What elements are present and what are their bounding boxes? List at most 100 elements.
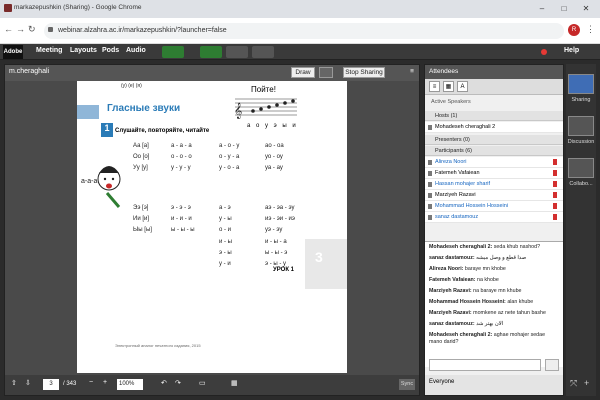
presenters-section[interactable]: Presenters (0) [425, 135, 563, 145]
menu-layouts[interactable]: Layouts [70, 47, 97, 54]
fit-width-icon[interactable]: ▭ [199, 379, 206, 387]
back-icon[interactable]: ← [4, 24, 13, 34]
user-icon [428, 182, 432, 187]
menu-meeting[interactable]: Meeting [36, 47, 62, 54]
grid-view-icon[interactable]: ▦ [443, 81, 454, 92]
mic-icon [553, 181, 557, 187]
participant-item[interactable]: sanaz dastamouz [425, 212, 563, 223]
page-down-icon[interactable]: ⇩ [25, 379, 31, 387]
chat-messages: Mohadeseh cheraghali 2: seda khub nashod… [425, 241, 563, 367]
adobe-logo: Adobe [3, 45, 23, 59]
layout-sharing-label[interactable]: Sharing [566, 97, 596, 103]
vowel-table-2: Ээ [э] э - э - эа - э аэ - эа - эу Ии [и] и… [133, 205, 343, 238]
mic-icon [553, 214, 557, 220]
chat-message: Marziyeh Razavi: na baraye mn khube [429, 288, 522, 294]
microphone-button[interactable] [200, 46, 222, 58]
send-icon[interactable] [545, 359, 559, 371]
layout-discussion-thumb[interactable] [568, 116, 594, 136]
mic-icon [553, 192, 557, 198]
participant-item[interactable]: Mohammad Hossein Hosseini [425, 201, 563, 212]
participant-item[interactable]: Marziyeh Razavi [425, 190, 563, 201]
lesson-title: Гласные звуки [107, 103, 181, 114]
participant-item[interactable]: Fatemeh Vafaiean [425, 168, 563, 179]
page-up-icon[interactable]: ⇧ [11, 379, 17, 387]
page-number-input[interactable]: 3 [43, 379, 59, 390]
record-icon[interactable] [541, 49, 547, 55]
menu-audio[interactable]: Audio [126, 47, 146, 54]
raise-hand-button[interactable] [252, 46, 274, 58]
vowel-row: Оо [о] о - о - оо - у - а уо - оу [133, 154, 283, 160]
profile-avatar[interactable]: R [568, 24, 580, 36]
vowel-row: Ыы [ы] ы - ы - ыо - и уэ - эу [133, 227, 283, 233]
maximize-icon[interactable]: □ [554, 2, 574, 16]
stop-sharing-button[interactable]: Stop Sharing [343, 67, 385, 78]
participant-item[interactable]: Alireza Noori [425, 157, 563, 168]
mic-icon [553, 203, 557, 209]
shared-document-page: (у) (е) (я) Гласные звуки Пойте! 𝄞 а о у… [77, 81, 347, 373]
redo-icon[interactable]: ↷ [175, 379, 181, 387]
reload-icon[interactable]: ↻ [28, 24, 36, 35]
chat-input[interactable] [429, 359, 541, 371]
hosts-section[interactable]: Hosts (1) [425, 111, 563, 121]
draw-button[interactable]: Draw [291, 67, 315, 78]
song-notation: Пойте! 𝄞 а о у э ы и [231, 85, 299, 131]
menu-pods[interactable]: Pods [102, 47, 119, 54]
vowel-row: Уу [у] у - у - уу - о - а уа - ау [133, 165, 283, 171]
vowel-table-1: Аа [а] а - а - аа - о - у ао - оа Оо [о] о … [133, 143, 343, 176]
participant-item[interactable]: Hassan mohajer sharif [425, 179, 563, 190]
svg-text:а-а-а: а-а-а [81, 178, 97, 185]
song-vowels: а о у э ы и [247, 123, 298, 129]
zoom-out-icon[interactable]: − [89, 379, 93, 386]
song-title: Пойте! [251, 85, 276, 94]
lock-icon [48, 27, 53, 32]
minimize-icon[interactable]: – [532, 2, 552, 16]
user-icon [428, 215, 432, 220]
chat-message: Alireza Noori: baraye mn khobe [429, 266, 506, 272]
vowel-row: Ээ [э] э - э - эа - э аэ - эа - эу [133, 205, 295, 211]
browser-titlebar: markazepushkin (Sharing) - Google Chrome… [0, 0, 600, 18]
user-icon [428, 204, 432, 209]
sort-icon[interactable]: A [457, 81, 468, 92]
kebab-menu-icon[interactable]: ⋮ [586, 24, 595, 35]
page-total: / 343 [63, 381, 77, 387]
share-pod-toolbar: ⇧ ⇩ 3 / 343 − + 100% ↶ ↷ ▭ ▦ Sync [5, 375, 419, 395]
host-icon [428, 125, 432, 130]
speaker-button[interactable] [162, 46, 184, 58]
url-field[interactable]: webinar.alzahra.ac.ir/markazepushkin/?la… [44, 23, 564, 39]
attendees-title: Attendees [429, 68, 459, 75]
add-layout-icon[interactable]: + [584, 378, 589, 388]
zoom-select[interactable]: 100% [117, 379, 143, 390]
vowel-row: и - ыи - ы - а [219, 239, 287, 245]
zoom-in-icon[interactable]: + [103, 379, 107, 386]
layout-options-icon[interactable]: ⤧ [570, 378, 577, 389]
fullscreen-icon[interactable] [319, 67, 333, 78]
mic-icon [553, 159, 557, 165]
vowel-row: Ии [и] и - и - иу - ы иэ - эи - иэ [133, 216, 295, 222]
undo-icon[interactable]: ↶ [161, 379, 167, 387]
pod-options-icon[interactable]: ≡ [407, 67, 417, 78]
page-footer: Электронный аналог печатного издания, 20… [115, 343, 201, 348]
thumbnails-icon[interactable]: ▦ [231, 379, 238, 387]
close-icon[interactable]: ✕ [576, 2, 596, 16]
chat-message: sanaz dastamouz: الان بهتر شد [429, 321, 504, 327]
sync-button[interactable]: Sync [399, 379, 415, 390]
mic-icon [553, 170, 557, 176]
host-item[interactable]: Mohadeseh cheraghali 2 [425, 122, 563, 133]
lesson-number-box [305, 239, 347, 289]
layout-discussion-label[interactable]: Discussion [566, 139, 596, 145]
chat-message: Fatemeh Vafaiean: na khobe [429, 277, 499, 283]
menu-help[interactable]: Help [564, 47, 579, 54]
list-view-icon[interactable]: ≡ [429, 81, 440, 92]
layout-collaboration-label[interactable]: Collabo... [566, 181, 596, 187]
chat-tab-everyone[interactable]: Everyone [425, 375, 563, 395]
chat-message: Mohadeseh cheraghali 2: seda khub nashod… [429, 244, 541, 250]
chat-message: sanaz dastamouz: صدا قطع و وصل میشه [429, 255, 527, 261]
layout-collaboration-thumb[interactable] [568, 158, 594, 178]
camera-button[interactable] [226, 46, 248, 58]
attendees-header: Attendees [425, 65, 563, 79]
lesson-number: 3 [315, 249, 323, 265]
forward-icon[interactable]: → [16, 24, 25, 34]
participants-section[interactable]: Participants (6) [425, 146, 563, 156]
layout-sharing-thumb[interactable] [568, 74, 594, 94]
share-pod: m.cheraghali Draw Stop Sharing ≡ (у) (е)… [4, 64, 420, 396]
